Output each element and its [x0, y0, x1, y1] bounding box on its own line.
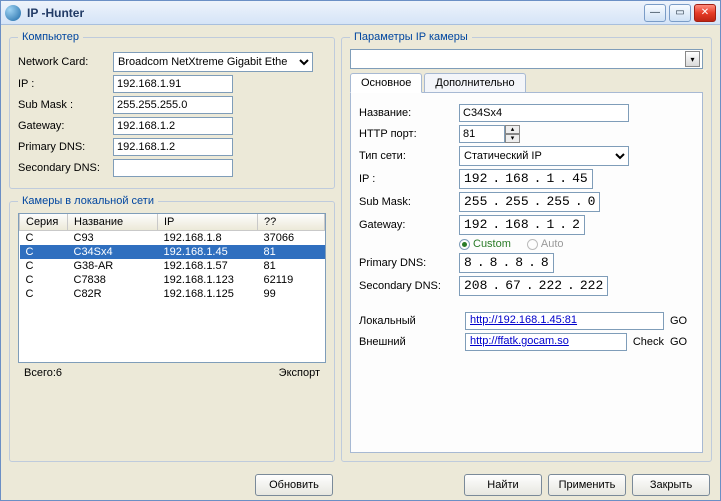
local-go-button[interactable]: GO — [670, 315, 694, 327]
table-row[interactable]: CC7838192.168.1.12362119 — [20, 273, 325, 287]
col-name[interactable]: Название — [68, 214, 158, 231]
table-row[interactable]: CC34Sx4192.168.1.4581 — [20, 245, 325, 259]
dns2-input[interactable] — [113, 159, 233, 177]
cam-dns2-label: Secondary DNS: — [359, 280, 459, 292]
titlebar: IP -Hunter — ▭ ✕ — [1, 1, 720, 25]
tab-main[interactable]: Основное — [350, 73, 422, 93]
computer-legend: Компьютер — [18, 31, 83, 43]
params-group: Параметры IP камеры ▾ Основное Дополните… — [341, 31, 712, 462]
cameras-legend: Камеры в локальной сети — [18, 195, 158, 207]
table-row[interactable]: CC93192.168.1.837066 — [20, 231, 325, 246]
nettype-select[interactable]: Статический IP — [459, 146, 629, 166]
mask-label: Sub Mask : — [18, 99, 113, 111]
dns1-input[interactable] — [113, 138, 233, 156]
gateway-input[interactable] — [113, 117, 233, 135]
spin-up-icon[interactable]: ▴ — [505, 125, 520, 134]
close-app-button[interactable]: Закрыть — [632, 474, 710, 496]
ext-url-input[interactable]: http://ffatk.gocam.so — [465, 333, 627, 351]
cameras-table-wrap[interactable]: Серия Название IP ?? CC93192.168.1.83706… — [18, 213, 326, 363]
cam-dns1-label: Primary DNS: — [359, 257, 459, 269]
nic-select[interactable]: Broadcom NetXtreme Gigabit Ethe — [113, 52, 313, 72]
cam-mask-label: Sub Mask: — [359, 196, 459, 208]
col-series[interactable]: Серия — [20, 214, 68, 231]
cam-name-input[interactable] — [459, 104, 629, 122]
cameras-table: Серия Название IP ?? CC93192.168.1.83706… — [19, 214, 325, 301]
radio-custom[interactable]: Custom — [459, 238, 511, 250]
local-url-input[interactable]: http://192.168.1.45:81 — [465, 312, 664, 330]
minimize-button[interactable]: — — [644, 4, 666, 22]
spin-down-icon[interactable]: ▾ — [505, 134, 520, 143]
cam-gw-label: Gateway: — [359, 219, 459, 231]
refresh-button[interactable]: Обновить — [255, 474, 333, 496]
table-row[interactable]: CC82R192.168.1.12599 — [20, 287, 325, 301]
maximize-button[interactable]: ▭ — [669, 4, 691, 22]
camera-select[interactable]: ▾ — [350, 49, 703, 69]
cameras-export[interactable]: Экспорт — [279, 367, 320, 379]
chevron-down-icon: ▾ — [685, 51, 700, 67]
app-icon — [5, 5, 21, 21]
computer-group: Компьютер Network Card: Broadcom NetXtre… — [9, 31, 335, 189]
nettype-label: Тип сети: — [359, 150, 459, 162]
cam-name-label: Название: — [359, 107, 459, 119]
ip-label: IP : — [18, 78, 113, 90]
cam-dns2-input[interactable]: 208. 67. 222. 222 — [459, 276, 608, 296]
local-url-label: Локальный — [359, 315, 459, 327]
mask-input[interactable] — [113, 96, 233, 114]
ext-check-button[interactable]: Check — [633, 336, 664, 348]
cam-mask-input[interactable]: 255. 255. 255. 0 — [459, 192, 600, 212]
http-port-spin[interactable]: ▴▾ — [459, 125, 520, 143]
col-q[interactable]: ?? — [258, 214, 325, 231]
col-ip[interactable]: IP — [158, 214, 258, 231]
close-button[interactable]: ✕ — [694, 4, 716, 22]
ext-go-button[interactable]: GO — [670, 336, 694, 348]
apply-button[interactable]: Применить — [548, 474, 626, 496]
cam-dns1-input[interactable]: 8. 8. 8. 8 — [459, 253, 554, 273]
params-legend: Параметры IP камеры — [350, 31, 472, 43]
dns1-label: Primary DNS: — [18, 141, 113, 153]
tab-extra[interactable]: Дополнительно — [424, 73, 525, 93]
find-button[interactable]: Найти — [464, 474, 542, 496]
http-port-label: HTTP порт: — [359, 128, 459, 140]
ext-url-label: Внешний — [359, 336, 459, 348]
nic-label: Network Card: — [18, 56, 113, 68]
cameras-group: Камеры в локальной сети Серия Название I… — [9, 195, 335, 462]
window-title: IP -Hunter — [27, 6, 644, 20]
app-window: IP -Hunter — ▭ ✕ Компьютер Network Card:… — [0, 0, 721, 501]
table-row[interactable]: CG38-AR192.168.1.5781 — [20, 259, 325, 273]
cam-gw-input[interactable]: 192. 168. 1. 2 — [459, 215, 585, 235]
cam-ip-input[interactable]: 192. 168. 1. 45 — [459, 169, 593, 189]
http-port-input[interactable] — [459, 125, 505, 143]
dns2-label: Secondary DNS: — [18, 162, 113, 174]
cameras-total: Всего:6 — [24, 367, 62, 379]
gw-label: Gateway: — [18, 120, 113, 132]
ip-input[interactable] — [113, 75, 233, 93]
radio-auto: Auto — [527, 238, 564, 250]
cam-ip-label: IP : — [359, 173, 459, 185]
tab-panel-main: Название: HTTP порт: ▴▾ Тип сети: Ста — [350, 92, 703, 453]
